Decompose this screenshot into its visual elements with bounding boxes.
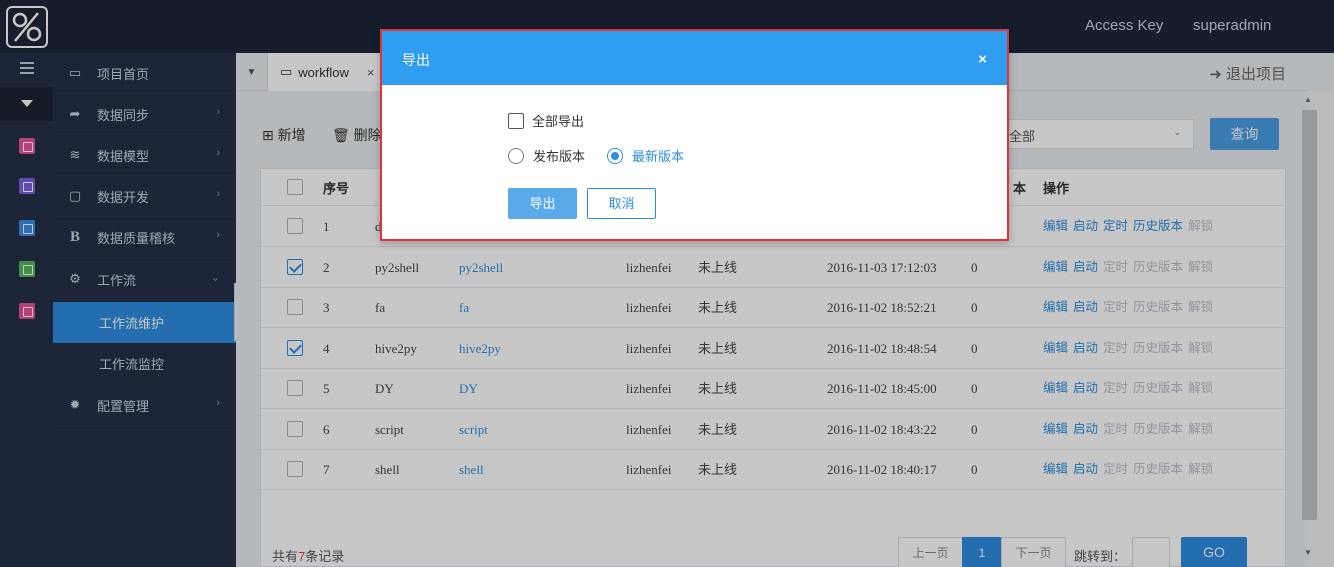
radio-latest-label: 最新版本 bbox=[632, 149, 685, 164]
radio-published-version[interactable] bbox=[508, 147, 524, 164]
export-dialog: 导出 × 全部导出 发布版本 最新版本 导出 取消 bbox=[380, 29, 1009, 241]
export-all-checkbox[interactable] bbox=[508, 112, 524, 129]
export-button[interactable]: 导出 bbox=[508, 188, 577, 219]
radio-latest-version[interactable] bbox=[607, 147, 624, 164]
dialog-header: 导出 × bbox=[382, 31, 1007, 85]
close-icon[interactable]: × bbox=[978, 51, 987, 68]
radio-published-label: 发布版本 bbox=[533, 149, 586, 164]
export-all-option[interactable]: 全部导出 bbox=[508, 111, 584, 130]
version-radio-group: 发布版本 最新版本 bbox=[508, 146, 684, 165]
cancel-button[interactable]: 取消 bbox=[587, 188, 656, 219]
dialog-title: 导出 bbox=[402, 52, 430, 68]
export-all-label: 全部导出 bbox=[532, 114, 585, 129]
